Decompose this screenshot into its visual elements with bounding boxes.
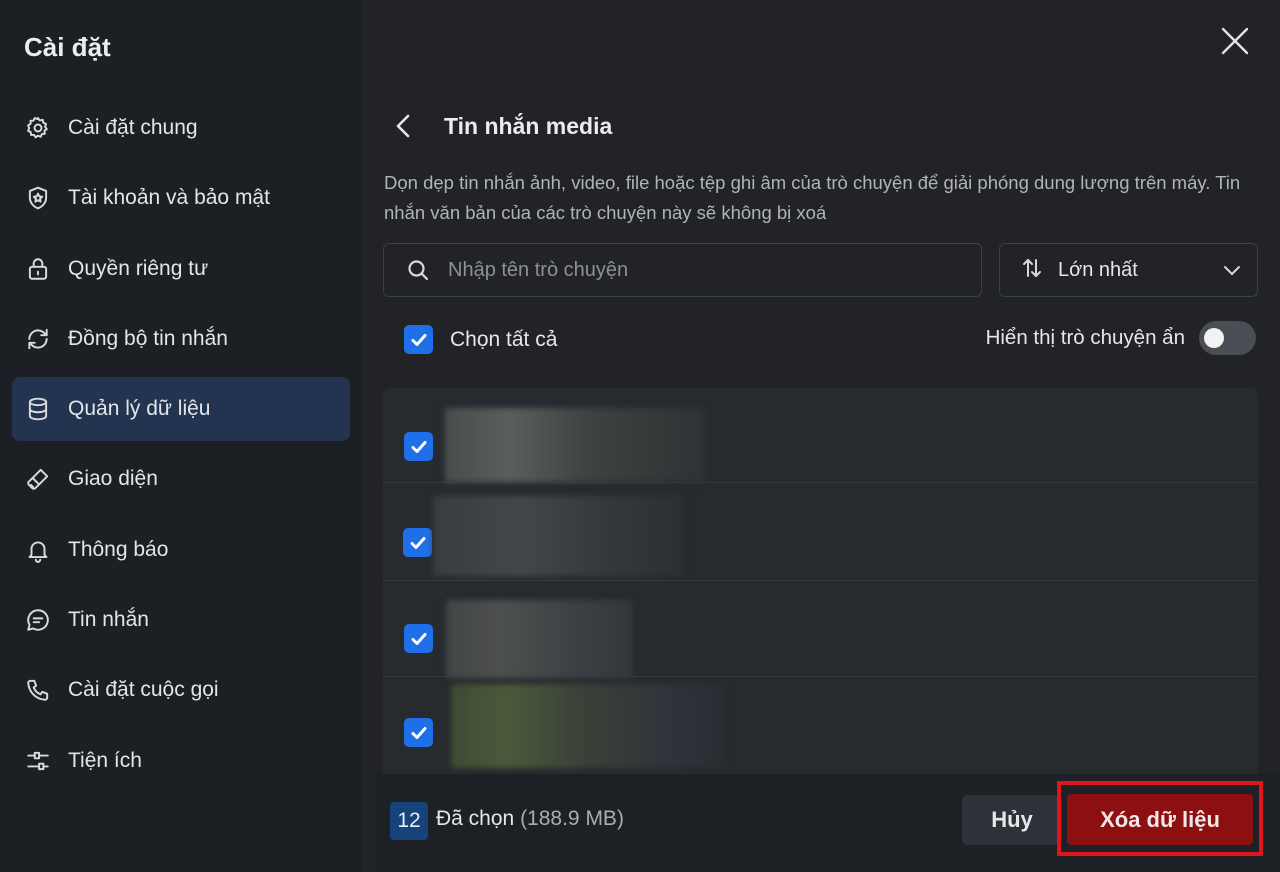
selected-summary: Đã chọn (188.9 MB) xyxy=(436,807,624,831)
blurred-conversation-info xyxy=(446,600,632,678)
lock-icon xyxy=(24,255,52,283)
sidebar-item-label: Thông báo xyxy=(68,537,169,561)
sidebar-item-general[interactable]: Cài đặt chung xyxy=(12,96,350,160)
sort-icon xyxy=(1020,256,1044,285)
sidebar-item-label: Tiện ích xyxy=(68,748,142,772)
conversation-list xyxy=(383,388,1258,788)
selected-size: (188.9 MB) xyxy=(520,807,624,830)
sidebar-item-label: Quyền riêng tư xyxy=(68,256,209,280)
main-panel: Tin nhắn media Dọn dẹp tin nhắn ảnh, vid… xyxy=(362,0,1280,872)
list-item[interactable] xyxy=(383,582,1258,678)
select-all-label: Chọn tất cả xyxy=(450,327,558,351)
page-header: Tin nhắn media xyxy=(384,106,612,146)
check-icon xyxy=(411,440,426,453)
brush-icon xyxy=(24,465,52,493)
conversation-checkbox[interactable] xyxy=(404,718,433,747)
sort-dropdown[interactable]: Lớn nhất xyxy=(999,243,1258,297)
sidebar-item-messages[interactable]: Tin nhắn xyxy=(12,588,350,652)
blurred-conversation-info xyxy=(451,684,723,768)
sidebar-item-label: Tài khoản và bảo mật xyxy=(68,186,270,210)
search-box xyxy=(383,243,982,297)
sidebar-item-data-management[interactable]: Quản lý dữ liệu xyxy=(12,377,350,442)
chevron-down-icon xyxy=(1221,259,1243,286)
phone-icon xyxy=(24,676,52,704)
show-hidden-row: Hiển thị trò chuyện ẩn xyxy=(986,321,1256,355)
settings-nav: Cài đặt chung Tài khoản và bảo mật Quyền… xyxy=(12,96,350,799)
sidebar-item-sync[interactable]: Đồng bộ tin nhắn xyxy=(12,307,350,371)
gear-icon xyxy=(24,114,52,142)
conversation-checkbox[interactable] xyxy=(404,432,433,461)
page-title: Tin nhắn media xyxy=(444,112,613,139)
conversation-checkbox[interactable] xyxy=(403,528,432,557)
list-item[interactable] xyxy=(383,388,1258,483)
show-hidden-label: Hiển thị trò chuyện ẩn xyxy=(985,326,1185,349)
sidebar-title: Cài đặt xyxy=(24,32,111,62)
sidebar-item-label: Tin nhắn xyxy=(68,608,149,632)
back-button[interactable] xyxy=(384,106,424,146)
list-item[interactable] xyxy=(383,486,1258,581)
sidebar-item-call-settings[interactable]: Cài đặt cuộc gọi xyxy=(12,658,350,722)
page-description: Dọn dẹp tin nhắn ảnh, video, file hoặc t… xyxy=(384,172,1241,223)
close-button[interactable] xyxy=(1218,24,1252,58)
search-input[interactable] xyxy=(448,258,948,282)
shield-icon xyxy=(24,184,52,212)
sliders-icon xyxy=(24,747,52,775)
search-icon xyxy=(408,260,429,281)
blurred-conversation-info xyxy=(445,408,705,482)
sidebar-item-label: Quản lý dữ liệu xyxy=(68,397,211,421)
check-icon xyxy=(411,726,426,739)
sidebar-item-label: Giao diện xyxy=(68,467,158,491)
close-icon xyxy=(1221,27,1249,55)
database-icon xyxy=(24,395,52,423)
check-icon xyxy=(411,632,426,645)
show-hidden-toggle[interactable] xyxy=(1199,321,1256,355)
select-all-checkbox[interactable] xyxy=(404,325,433,354)
delete-data-button[interactable]: Xóa dữ liệu xyxy=(1067,794,1253,845)
sidebar-item-label: Cài đặt chung xyxy=(68,116,198,139)
selected-label: Đã chọn xyxy=(436,807,515,830)
conversation-checkbox[interactable] xyxy=(404,624,433,653)
sidebar-item-notifications[interactable]: Thông báo xyxy=(12,518,350,582)
action-footer: 12 Đã chọn (188.9 MB) Hủy Xóa dữ liệu xyxy=(375,774,1280,872)
blurred-conversation-info xyxy=(433,496,683,576)
sync-icon xyxy=(24,325,52,353)
check-icon xyxy=(411,333,426,346)
chat-icon xyxy=(24,606,52,634)
settings-sidebar: Cài đặt Cài đặt chung Tài khoản và bảo m… xyxy=(0,0,362,872)
select-all-row: Chọn tất cả xyxy=(404,325,557,354)
check-icon xyxy=(410,536,425,549)
sort-label: Lớn nhất xyxy=(1058,258,1138,281)
sidebar-item-account-security[interactable]: Tài khoản và bảo mật xyxy=(12,166,350,230)
sidebar-item-appearance[interactable]: Giao diện xyxy=(12,447,350,511)
selected-count-badge: 12 xyxy=(390,802,428,840)
sidebar-item-label: Đồng bộ tin nhắn xyxy=(68,326,228,350)
sidebar-item-utilities[interactable]: Tiện ích xyxy=(12,729,350,793)
sidebar-item-privacy[interactable]: Quyền riêng tư xyxy=(12,237,350,301)
toggle-knob xyxy=(1204,328,1224,348)
list-item[interactable] xyxy=(383,680,1258,775)
sidebar-item-label: Cài đặt cuộc gọi xyxy=(68,678,219,702)
chevron-left-icon xyxy=(396,114,410,138)
cancel-button[interactable]: Hủy xyxy=(962,795,1062,845)
bell-icon xyxy=(24,536,52,564)
